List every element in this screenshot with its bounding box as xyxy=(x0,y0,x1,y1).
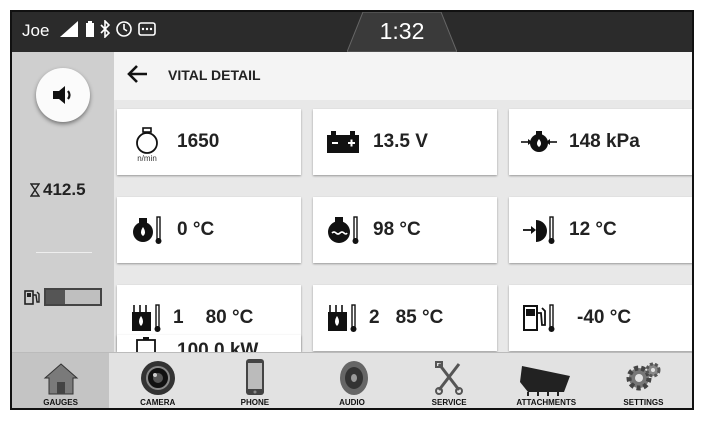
speaker-volume-icon xyxy=(53,86,71,104)
hydraulic-temperature-2-icon xyxy=(319,285,367,351)
engine-speed-unit: n/min xyxy=(137,154,157,163)
tile-fuel-temperature[interactable]: -40 °C xyxy=(509,285,692,351)
nav-label-service: SERVICE xyxy=(431,398,467,407)
camera-icon xyxy=(140,361,175,395)
intake-air-temperature-icon xyxy=(509,197,569,263)
coolant-temperature-icon xyxy=(313,197,373,263)
battery-voltage-icon xyxy=(313,109,373,175)
vitals-grid: n/min 1650 13.5 V 148 kPa 0 °C 98 °C 12 … xyxy=(117,109,692,375)
tile-coolant-temperature[interactable]: 98 °C xyxy=(313,197,497,263)
coolant-temperature-value: 98 °C xyxy=(373,219,421,240)
hydraulic-temperature-1-number: 1 xyxy=(173,307,184,328)
nav-camera[interactable]: CAMERA xyxy=(109,353,206,408)
battery-icon xyxy=(86,21,94,37)
tile-battery-voltage[interactable]: 13.5 V xyxy=(313,109,497,175)
nav-label-phone: PHONE xyxy=(240,398,270,407)
oil-pressure-value: 148 kPa xyxy=(569,131,640,152)
tile-hydraulic-temperature-2[interactable]: 2 85 °C xyxy=(313,285,497,351)
bluetooth-icon xyxy=(100,20,110,38)
hydraulic-temperature-2-value: 85 °C xyxy=(395,307,444,328)
tools-icon xyxy=(435,361,464,395)
nav-label-settings: SETTINGS xyxy=(623,398,664,407)
phone-icon xyxy=(245,359,264,395)
tile-oil-temperature[interactable]: 0 °C xyxy=(117,197,301,263)
status-icons xyxy=(60,20,156,38)
bucket-icon xyxy=(520,366,571,396)
nav-audio[interactable]: AUDIO xyxy=(303,353,400,408)
engine-speed-value: 1650 xyxy=(177,131,220,152)
nav-label-audio: AUDIO xyxy=(339,398,365,407)
tile-oil-pressure[interactable]: 148 kPa xyxy=(509,109,692,175)
page-header: VITAL DETAIL xyxy=(114,52,692,100)
back-arrow-icon[interactable] xyxy=(126,64,148,84)
left-divider xyxy=(36,252,92,253)
clock-icon xyxy=(116,21,132,37)
nav-gauges[interactable]: GAUGES xyxy=(12,353,110,408)
nav-settings[interactable]: SETTINGS xyxy=(595,353,692,408)
engine-hours-value: 412.5 xyxy=(43,180,86,199)
left-panel: 412.5 xyxy=(12,52,114,352)
fuel-level-bar xyxy=(44,288,102,306)
oil-temperature-icon xyxy=(117,197,177,263)
intake-air-temperature-value: 12 °C xyxy=(569,219,617,240)
speaker-icon xyxy=(339,361,368,395)
hydraulic-temperature-1-value: 80 °C xyxy=(205,307,254,328)
nav-phone[interactable]: PHONE xyxy=(206,353,303,408)
battery-voltage-value: 13.5 V xyxy=(373,131,428,152)
tile-intake-air-temperature[interactable]: 12 °C xyxy=(509,197,692,263)
nav-label-attachments: ATTACHMENTS xyxy=(516,398,577,407)
fuel-pump-icon xyxy=(24,290,40,305)
fuel-gauge xyxy=(24,288,102,306)
signal-icon xyxy=(60,21,78,37)
nav-service[interactable]: SERVICE xyxy=(401,353,498,408)
home-icon xyxy=(43,363,78,395)
hydraulic-temperature-2-number: 2 xyxy=(369,307,380,328)
nav-label-gauges: GAUGES xyxy=(43,398,78,407)
message-icon xyxy=(138,22,156,36)
volume-button[interactable] xyxy=(36,68,90,122)
page-title: VITAL DETAIL xyxy=(168,67,261,83)
nav-label-camera: CAMERA xyxy=(140,398,176,407)
oil-pressure-icon xyxy=(509,109,569,175)
engine-hours: 412.5 xyxy=(30,180,86,200)
status-bar: Joe 1:32 xyxy=(12,12,692,52)
fuel-temperature-value: -40 °C xyxy=(577,307,632,328)
fuel-temperature-icon xyxy=(509,285,569,351)
oil-temperature-value: 0 °C xyxy=(177,219,215,240)
gear-icon xyxy=(626,362,661,391)
fuel-level-fill xyxy=(46,290,65,304)
user-name: Joe xyxy=(22,21,50,40)
status-clock: 1:32 xyxy=(379,18,425,44)
engine-speed-icon: n/min xyxy=(117,109,177,175)
bottom-nav: GAUGES CAMERA PHONE AUDIO SERVICE ATTACH… xyxy=(12,352,692,408)
nav-attachments[interactable]: ATTACHMENTS xyxy=(498,353,595,408)
hourglass-icon xyxy=(30,183,40,197)
display-frame: Joe 1:32 412.5 VITAL DETAIL n/min 1650 1… xyxy=(10,10,694,410)
tile-engine-speed[interactable]: n/min 1650 xyxy=(117,109,301,175)
